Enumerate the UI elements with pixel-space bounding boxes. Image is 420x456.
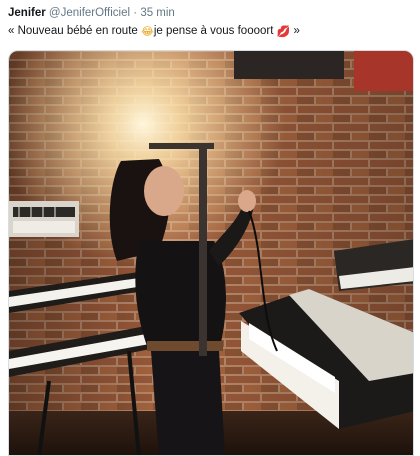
tweet-card: Jenifer @JeniferOfficiel · 35 min « Nouv… (0, 0, 420, 456)
laughing-tears-emoji-icon: 😂 (141, 25, 154, 38)
header-separator: · (133, 7, 138, 19)
tweet-text-part-2: je pense à vous foooort (153, 25, 277, 37)
studio-photo-illustration (9, 51, 413, 455)
tweet-text-part-1: « Nouveau bébé en route (8, 25, 141, 37)
tweet-timestamp[interactable]: 35 min (140, 7, 175, 19)
tweet-text-part-3: » (290, 25, 300, 37)
author-display-name[interactable]: Jenifer (8, 7, 46, 19)
kiss-lips-emoji-icon: 💋 (276, 25, 291, 38)
author-handle[interactable]: @JeniferOfficiel (49, 7, 130, 19)
tweet-header: Jenifer @JeniferOfficiel · 35 min (8, 6, 412, 21)
tweet-photo[interactable] (8, 50, 414, 456)
tweet-text: « Nouveau bébé en route 😂je pense à vous… (8, 23, 412, 40)
